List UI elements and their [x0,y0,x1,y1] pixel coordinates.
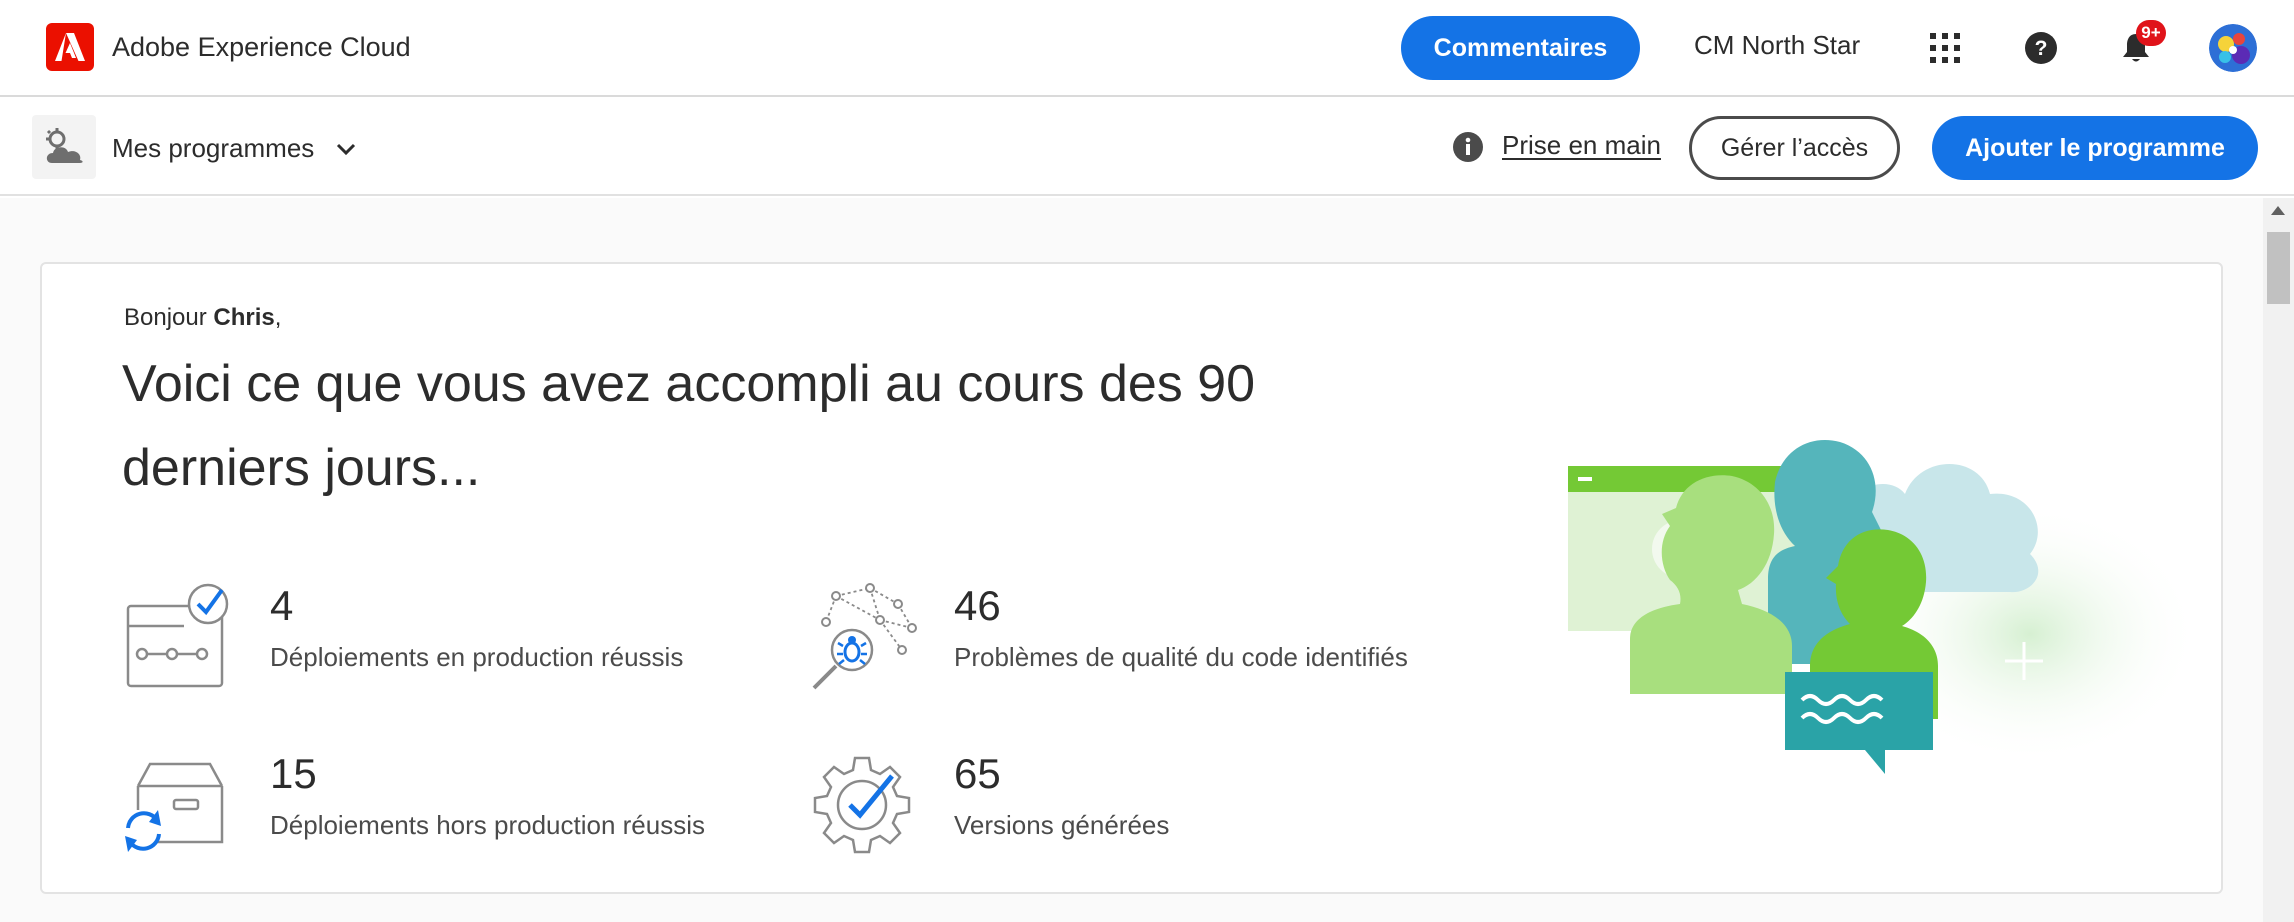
program-toolbar: Mes programmes Prise en main Gérer l’acc… [0,97,2294,196]
gear-check-icon [813,756,911,854]
scroll-thumb[interactable] [2267,232,2290,304]
main-content: Bonjour Chris, Voici ce que vous avez ac… [0,198,2263,922]
manage-access-button[interactable]: Gérer l’accès [1689,116,1900,180]
feedback-button[interactable]: Commentaires [1401,16,1640,80]
welcome-card: Bonjour Chris, Voici ce que vous avez ac… [40,262,2223,894]
cloud-program-icon[interactable] [32,115,96,179]
chevron-down-icon[interactable] [332,135,360,163]
app-grid-icon[interactable] [1923,26,1967,70]
welcome-illustration [1568,439,2190,774]
stat-label: Déploiements en production réussis [270,642,684,672]
stat-label: Versions générées [954,810,1170,840]
info-icon [1453,132,1483,162]
stat-label: Problèmes de qualité du code identifiés [954,642,1408,672]
programs-dropdown-label[interactable]: Mes programmes [112,133,314,164]
brand-name: Adobe Experience Cloud [112,31,411,62]
stat-label: Déploiements hors production réussis [270,810,705,840]
help-icon[interactable]: ? [2019,26,2063,70]
stat-value: 65 [954,750,1001,797]
getting-started-link[interactable]: Prise en main [1502,130,1661,161]
box-refresh-icon [125,762,224,852]
stat-value: 4 [270,582,294,629]
greeting: Bonjour Chris, [124,304,282,331]
scroll-up-arrow-icon[interactable] [2271,206,2285,215]
stat-value: 15 [270,750,317,797]
vertical-scrollbar[interactable] [2263,198,2294,922]
org-switcher[interactable]: CM North Star [1694,30,1860,61]
avatar[interactable] [2209,24,2257,72]
global-header: Adobe Experience Cloud Commentaires CM N… [0,0,2294,97]
code-quality-bug-icon [812,583,917,690]
bell-icon[interactable]: 9+ [2114,20,2166,70]
user-name: Chris [213,304,275,331]
deployment-check-icon [126,583,229,688]
welcome-headline: Voici ce que vous avez accompli au cours… [122,355,1256,497]
adobe-logo-icon [46,23,94,71]
stat-value: 46 [954,582,1001,629]
svg-text:?: ? [2035,37,2048,60]
brand[interactable]: Adobe Experience Cloud [46,22,411,72]
add-program-button[interactable]: Ajouter le programme [1932,116,2258,180]
notification-badge: 9+ [2136,20,2166,46]
